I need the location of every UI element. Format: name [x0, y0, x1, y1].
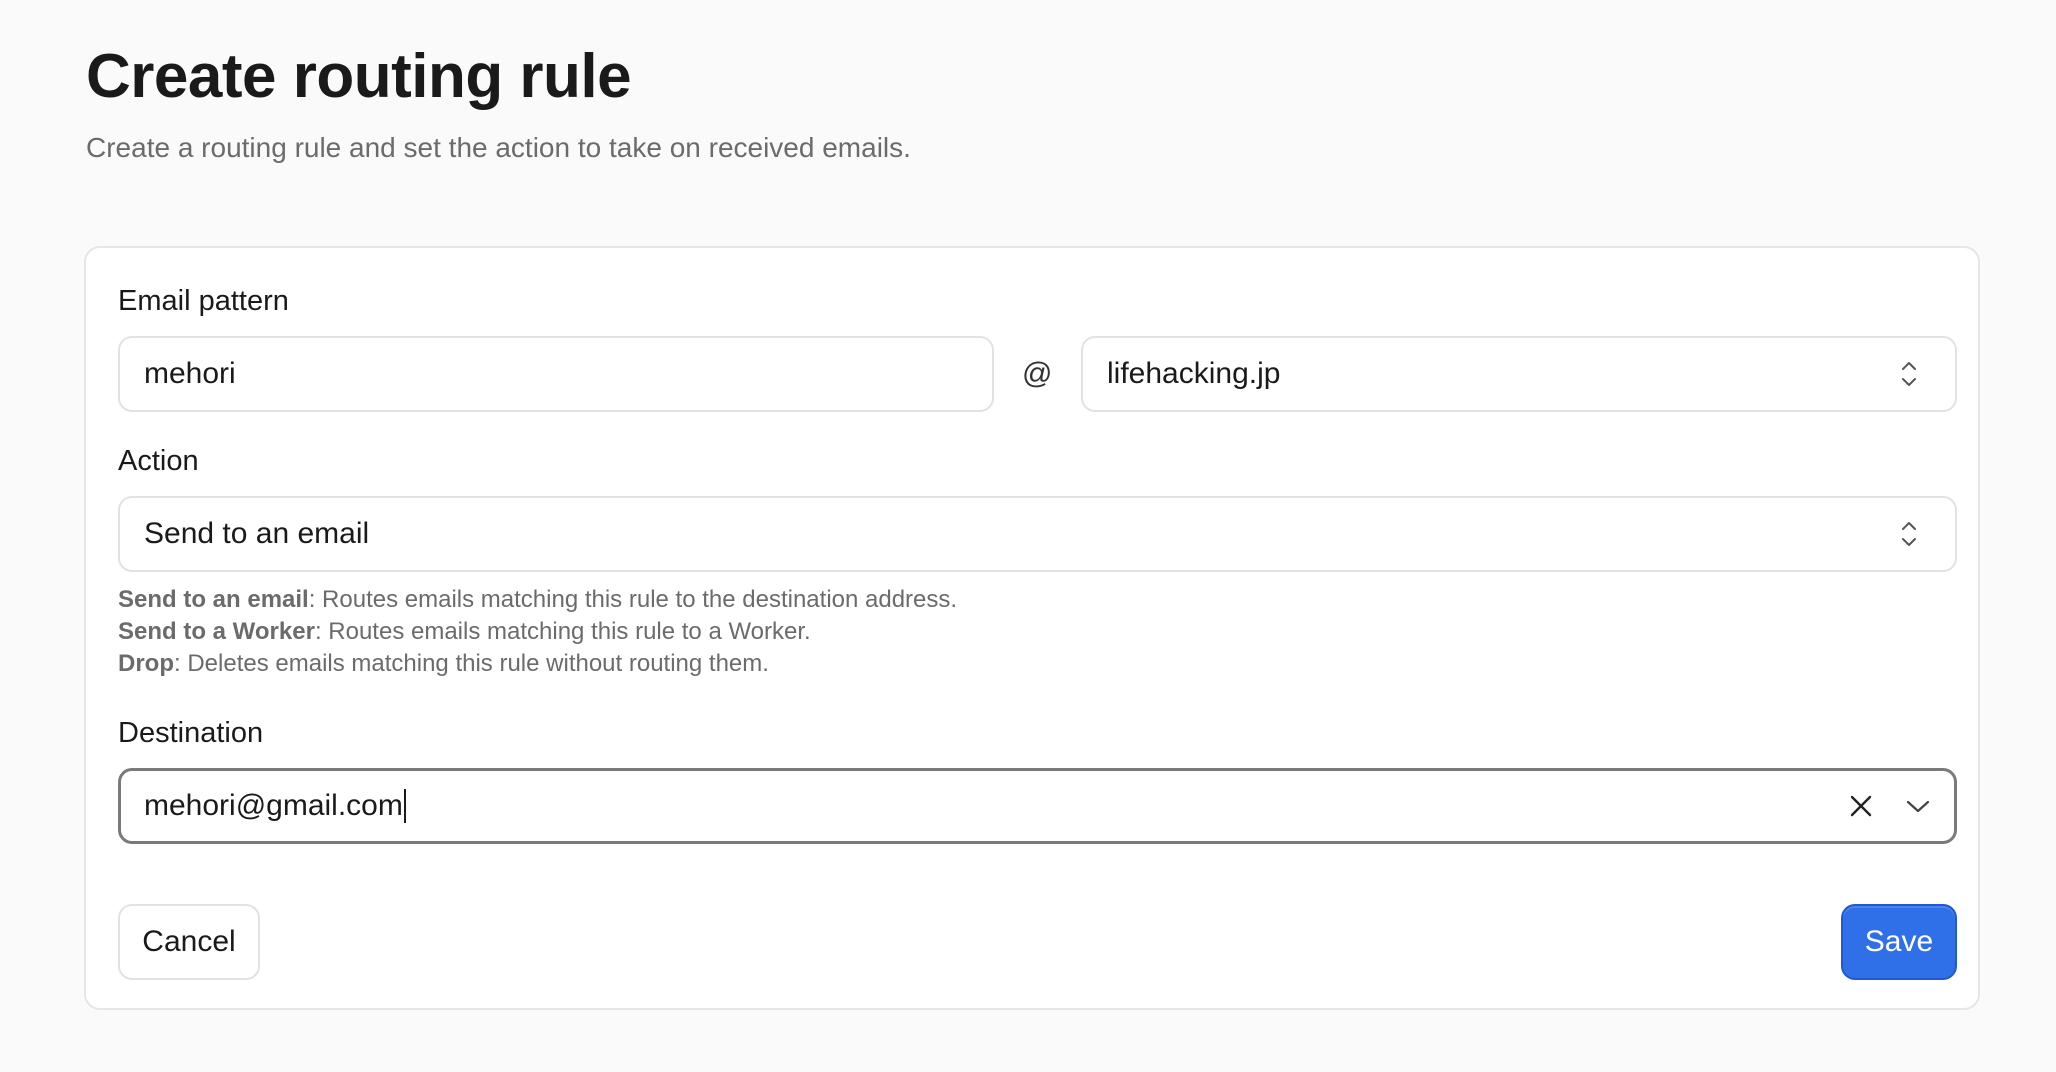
help-description: : Routes emails matching this rule to th… [308, 586, 958, 613]
save-button[interactable]: Save [1841, 904, 1957, 980]
action-label: Action [118, 445, 199, 477]
routing-rule-page: Create routing rule Create a routing rul… [0, 0, 2056, 1072]
at-symbol: @ [1022, 357, 1053, 390]
help-line-send-worker: Send to a Worker: Routes emails matching… [118, 616, 957, 648]
text-caret [403, 789, 406, 823]
destination-label: Destination [118, 717, 264, 749]
close-icon[interactable] [1848, 793, 1874, 819]
email-local-part-input[interactable]: mehori [118, 336, 994, 412]
help-term: Send to a Worker [118, 618, 315, 645]
help-description: : Deletes emails matching this rule with… [174, 650, 769, 677]
action-select[interactable]: Send to an email [118, 496, 1957, 572]
help-line-send-email: Send to an email: Routes emails matching… [118, 584, 957, 616]
chevron-down-icon[interactable] [1904, 796, 1932, 816]
destination-value: mehori@gmail.com [144, 789, 403, 822]
updown-chevron-icon [1902, 522, 1916, 546]
help-description: : Routes emails matching this rule to a … [314, 618, 811, 645]
email-domain-select[interactable]: lifehacking.jp [1081, 336, 1957, 412]
destination-combobox[interactable]: mehori@gmail.com [118, 768, 1957, 844]
help-line-drop: Drop: Deletes emails matching this rule … [118, 648, 957, 680]
action-selected-value: Send to an email [144, 517, 370, 550]
page-title: Create routing rule [86, 42, 632, 111]
action-help-text: Send to an email: Routes emails matching… [118, 584, 957, 680]
help-term: Send to an email [118, 586, 309, 613]
updown-chevron-icon [1902, 362, 1916, 386]
email-local-part-value: mehori [144, 357, 236, 390]
email-domain-value: lifehacking.jp [1107, 357, 1281, 390]
cancel-button[interactable]: Cancel [118, 904, 260, 980]
email-pattern-label: Email pattern [118, 285, 289, 317]
routing-rule-form: Email pattern mehori @ lifehacking.jp Ac… [84, 246, 1980, 1010]
page-subtitle: Create a routing rule and set the action… [86, 132, 911, 163]
help-term: Drop [118, 650, 174, 677]
